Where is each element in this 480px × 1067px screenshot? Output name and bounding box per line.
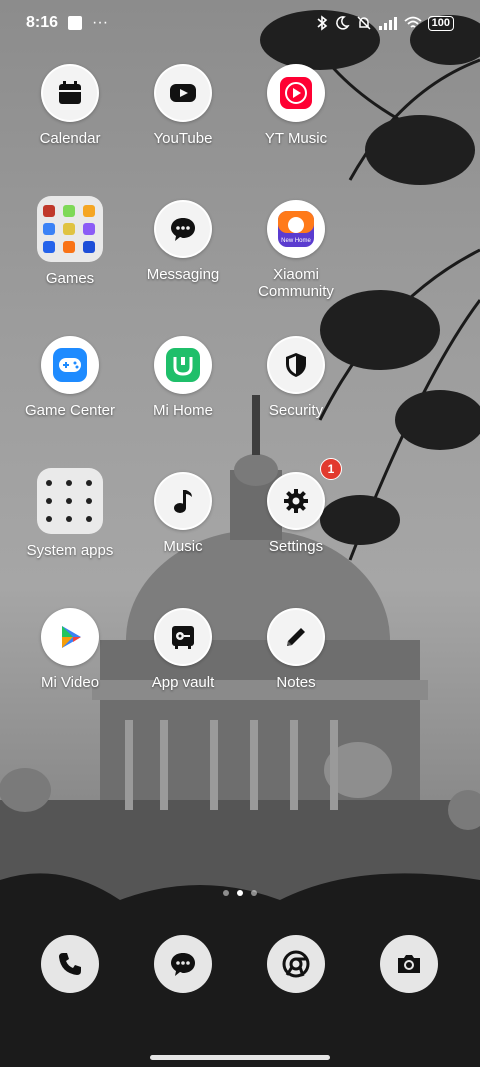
chrome-icon <box>282 950 310 978</box>
mini-app-icon <box>66 480 72 486</box>
status-bar: 8:16 ··· 100 <box>0 0 480 46</box>
mini-app-icon <box>43 223 55 235</box>
do-not-disturb-icon <box>335 16 350 30</box>
mini-app-icon <box>43 205 55 217</box>
mini-app-icon <box>66 498 72 504</box>
mini-app-icon <box>86 498 92 504</box>
folder-system-apps[interactable]: System apps <box>10 468 130 559</box>
app-yt-music[interactable]: YT Music <box>236 64 356 147</box>
app-label: Mi Video <box>40 674 100 691</box>
dock-camera-button[interactable] <box>380 935 438 993</box>
signal-icon <box>378 17 397 30</box>
mini-app-icon <box>83 241 95 253</box>
app-vault-icon <box>154 608 212 666</box>
app-label: Xiaomi Community <box>258 266 334 300</box>
mini-app-icon <box>83 205 95 217</box>
battery-icon: 100 <box>427 15 454 31</box>
page-dot[interactable] <box>223 890 229 896</box>
yt-music-icon <box>267 64 325 122</box>
music-note-icon <box>154 472 212 530</box>
app-notes[interactable]: Notes <box>236 608 356 691</box>
dock-messaging-button[interactable] <box>154 935 212 993</box>
more-notifications-indicator: ··· <box>92 14 109 31</box>
folder-icon <box>37 468 103 534</box>
app-label: Game Center <box>24 402 116 419</box>
app-music[interactable]: Music <box>123 472 243 555</box>
clock: 8:16 <box>26 14 59 31</box>
folder-icon <box>37 196 103 262</box>
mi-home-icon <box>154 336 212 394</box>
app-label: Security <box>268 402 324 419</box>
shield-icon <box>267 336 325 394</box>
app-youtube[interactable]: YouTube <box>123 64 243 147</box>
notification-badge: 1 <box>320 458 342 480</box>
mini-app-icon <box>46 516 52 522</box>
bluetooth-icon <box>317 15 327 31</box>
messaging-icon <box>171 953 195 976</box>
phone-icon <box>59 953 81 975</box>
app-label: App vault <box>151 674 215 691</box>
app-xiaomi-community[interactable]: New Home Xiaomi Community <box>236 200 356 300</box>
calendar-icon <box>41 64 99 122</box>
wifi-icon <box>404 16 422 28</box>
app-label: Games <box>45 270 95 287</box>
app-game-center[interactable]: Game Center <box>10 336 130 419</box>
app-label: System apps <box>26 542 114 559</box>
notification-icon <box>68 16 83 30</box>
camera-icon <box>398 955 420 973</box>
folder-games[interactable]: Games <box>10 196 130 287</box>
app-settings[interactable]: 1 Settings <box>236 458 356 555</box>
app-security[interactable]: Security <box>236 336 356 419</box>
app-label: Settings <box>268 538 324 555</box>
mini-app-icon <box>46 480 52 486</box>
xiaomi-community-icon: New Home <box>267 200 325 258</box>
mini-app-icon <box>63 241 75 253</box>
home-gesture-bar[interactable] <box>150 1055 330 1060</box>
mini-app-icon <box>43 241 55 253</box>
app-app-vault[interactable]: App vault <box>123 608 243 691</box>
youtube-icon <box>154 64 212 122</box>
app-label: YouTube <box>153 130 213 147</box>
app-label: Notes <box>276 674 316 691</box>
mini-app-icon <box>46 498 52 504</box>
app-mi-video[interactable]: Mi Video <box>10 608 130 691</box>
gear-icon <box>267 472 325 530</box>
game-center-icon <box>41 336 99 394</box>
mi-video-icon <box>41 608 99 666</box>
pencil-icon <box>267 608 325 666</box>
app-label: Music <box>163 538 203 555</box>
silent-icon <box>357 16 371 30</box>
mini-app-icon <box>63 205 75 217</box>
page-dot[interactable] <box>251 890 257 896</box>
mini-app-icon <box>83 223 95 235</box>
app-label: Mi Home <box>152 402 213 419</box>
app-mi-home[interactable]: Mi Home <box>123 336 243 419</box>
mini-app-icon <box>63 223 75 235</box>
mini-app-icon <box>86 516 92 522</box>
dock-phone-button[interactable] <box>41 935 99 993</box>
status-right: 100 <box>316 15 454 31</box>
messaging-icon <box>154 200 212 258</box>
dock-chrome-button[interactable] <box>267 935 325 993</box>
xiaomi-community-caption: New Home <box>281 238 311 244</box>
mini-app-icon <box>66 516 72 522</box>
app-label: YT Music <box>264 130 328 147</box>
mini-app-icon <box>86 480 92 486</box>
status-left: 8:16 ··· <box>26 14 108 32</box>
page-dot-active[interactable] <box>237 890 243 896</box>
app-calendar[interactable]: Calendar <box>10 64 130 147</box>
page-indicator <box>0 890 480 896</box>
app-label: Calendar <box>39 130 101 147</box>
app-label: Messaging <box>146 266 220 283</box>
app-messaging[interactable]: Messaging <box>123 200 243 283</box>
